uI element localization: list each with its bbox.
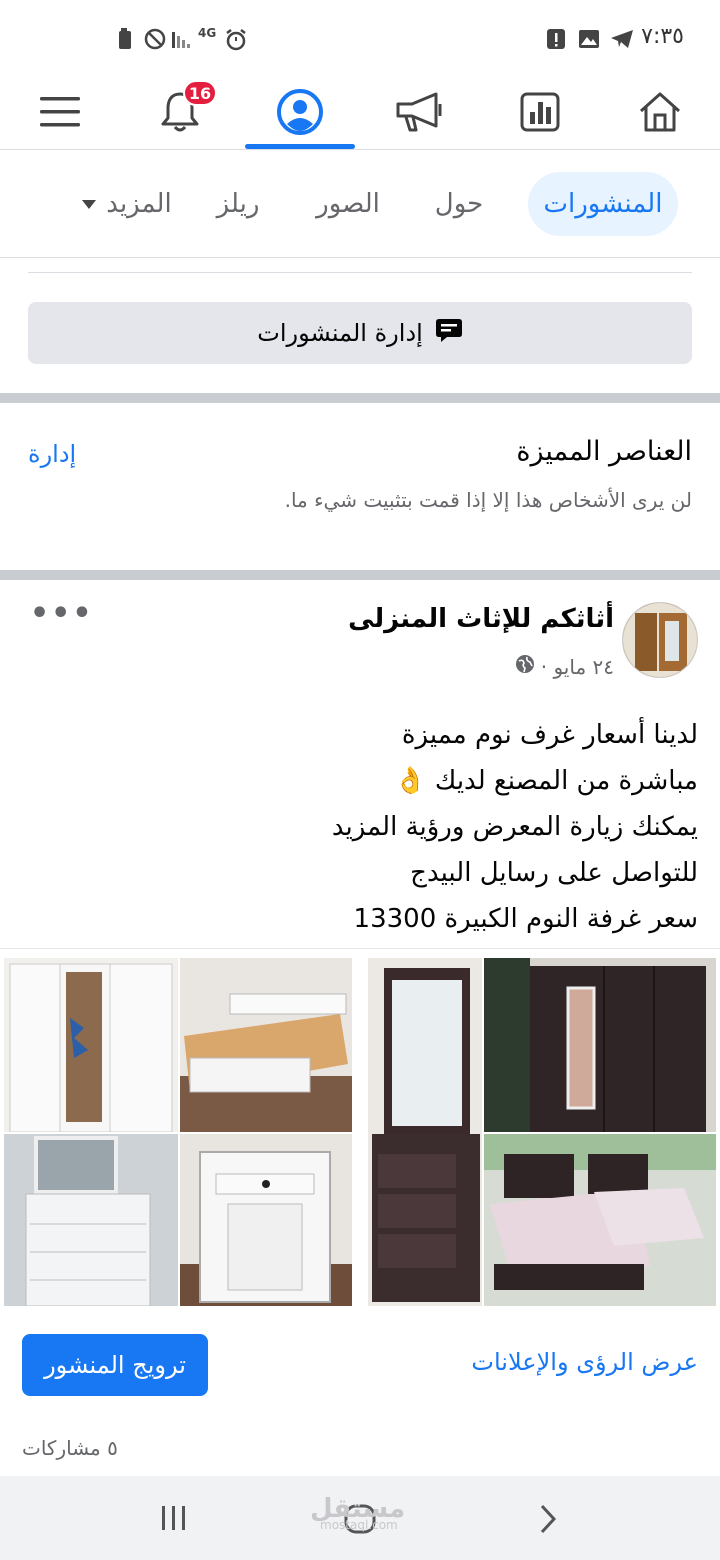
telegram-icon [610, 28, 633, 50]
ads-button[interactable] [365, 78, 475, 150]
post-line: للتواصل على رسايل البيدج [410, 858, 698, 888]
featured-manage-link[interactable]: إدارة [28, 440, 76, 468]
manage-posts-label: إدارة المنشورات [257, 319, 423, 347]
recent-apps-icon [160, 1506, 188, 1536]
page-avatar[interactable] [622, 602, 698, 678]
battery-icon [118, 28, 140, 50]
post-photo-nightstand-white[interactable] [180, 1134, 352, 1306]
megaphone-icon [394, 90, 446, 138]
chart-icon [520, 92, 560, 136]
notification-badge: 16 [183, 80, 217, 106]
tab-posts[interactable]: المنشورات [528, 172, 678, 236]
profile-tab-button[interactable] [245, 78, 355, 150]
clock: ٧:٣٥ [641, 24, 684, 49]
top-nav: 16 [0, 78, 720, 150]
alert-icon [546, 28, 568, 50]
post-photo-wardrobe-dark[interactable] [484, 958, 716, 1132]
post-meta: ٢٤ مايو · [515, 654, 614, 679]
home-button[interactable] [605, 78, 715, 150]
caret-down-icon [82, 199, 97, 209]
tab-more-label: المزيد [106, 189, 172, 219]
active-tab-indicator [245, 144, 355, 149]
divider [0, 948, 720, 949]
post-line: لدينا أسعار غرف نوم مميزة [401, 720, 698, 750]
recent-apps-button[interactable] [160, 1504, 188, 1536]
featured-title: العناصر المميزة [516, 436, 692, 467]
status-bar: 4G ٧:٣٥ [0, 0, 720, 78]
manage-posts-button[interactable]: إدارة المنشورات [28, 302, 692, 364]
profile-icon [276, 88, 324, 140]
section-separator [0, 570, 720, 580]
chevron-right-icon [538, 1504, 558, 1538]
alarm-icon [224, 28, 246, 51]
home-icon [638, 91, 682, 137]
post-photo-beds-dark[interactable] [484, 1134, 716, 1306]
divider [28, 272, 692, 273]
message-bubble-icon [435, 317, 463, 349]
post-line: يمكنك زيارة المعرض ورؤية المزيد [331, 812, 698, 842]
post-line: مباشرة من المصنع لديك 👌 [394, 766, 698, 796]
post-date[interactable]: ٢٤ مايو · [541, 655, 614, 679]
watermark-url: mostaql.com [320, 1518, 398, 1532]
do-not-disturb-icon [144, 28, 166, 50]
hamburger-icon [40, 95, 80, 133]
insights-button[interactable] [485, 78, 595, 150]
tab-reels[interactable]: ريلز [208, 172, 268, 236]
featured-description: لن يرى الأشخاص هذا إلا إذا قمت بتثبيت شي… [284, 488, 692, 512]
menu-button[interactable] [5, 78, 115, 150]
tab-about[interactable]: حول [424, 172, 494, 236]
post-photo-vanity-white[interactable] [4, 1134, 178, 1306]
post-photo-wardrobe-white[interactable] [4, 958, 178, 1132]
post-photo-bed-white[interactable] [180, 958, 352, 1132]
back-button[interactable] [538, 1504, 558, 1538]
section-separator [0, 393, 720, 403]
post-photo-dresser-dark[interactable] [368, 958, 482, 1306]
post-options-button[interactable]: ••• [30, 596, 94, 631]
signal-icon [172, 28, 194, 50]
notifications-button[interactable]: 16 [125, 78, 235, 150]
network-type-label: 4G [198, 26, 217, 40]
gallery-icon [578, 28, 600, 50]
post-line: سعر غرفة النوم الكبيرة 13300 [353, 904, 698, 934]
post-body: لدينا أسعار غرف نوم مميزة مباشرة من المص… [18, 712, 698, 942]
tab-photos[interactable]: الصور [308, 172, 388, 236]
profile-tabs: المنشورات حول الصور ريلز المزيد [0, 150, 720, 258]
shares-count[interactable]: ٥ مشاركات [22, 1436, 118, 1460]
tab-more[interactable]: المزيد [72, 172, 182, 236]
globe-icon [515, 654, 535, 679]
view-insights-link[interactable]: عرض الرؤى والإعلانات [471, 1348, 698, 1376]
post-author[interactable]: أثاثكم للإثاث المنزلى [348, 604, 614, 634]
boost-post-button[interactable]: ترويج المنشور [22, 1334, 208, 1396]
